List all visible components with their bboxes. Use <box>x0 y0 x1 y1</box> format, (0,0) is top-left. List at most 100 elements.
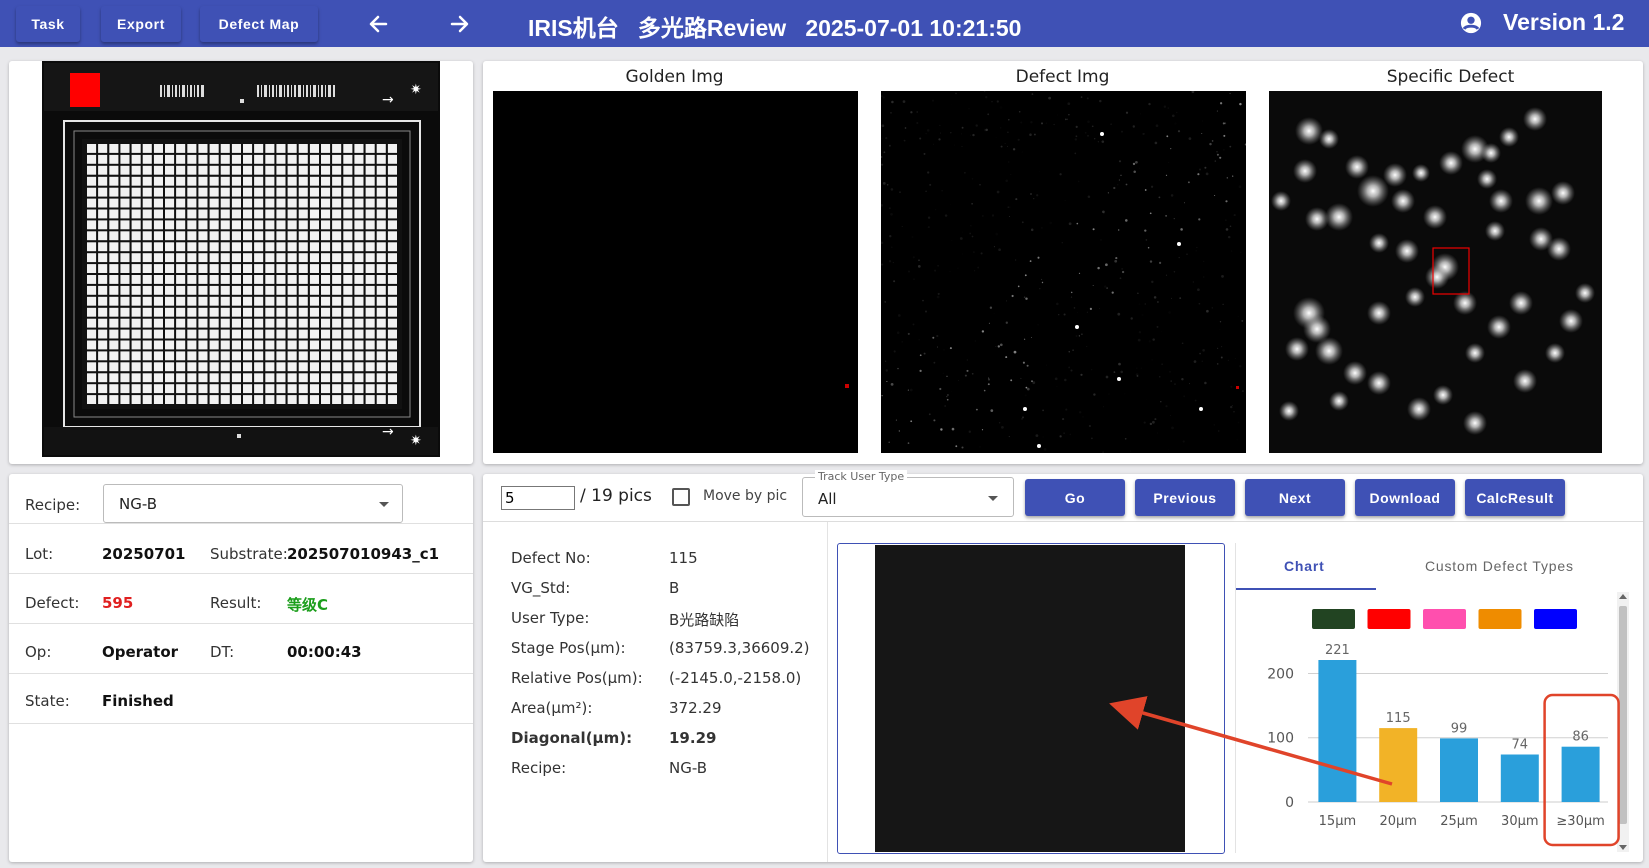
x-tick-label: 25μm <box>1440 814 1477 829</box>
state-label: State: <box>25 692 70 710</box>
bar <box>1318 660 1357 802</box>
detail-label: VG_Std: <box>511 579 571 597</box>
move-by-pic-checkbox[interactable] <box>672 488 690 506</box>
x-tick-label: 30μm <box>1501 814 1538 829</box>
scroll-up-icon[interactable] <box>1619 594 1627 599</box>
specific-defect-title: Specific Defect <box>1386 67 1515 87</box>
y-tick-label: 100 <box>1267 731 1294 747</box>
recipe-select-value: NG-B <box>119 495 158 513</box>
download-button[interactable]: Download <box>1355 479 1455 516</box>
track-user-type-label: Track User Type <box>815 470 908 483</box>
result-label: Result: <box>210 594 262 612</box>
page-number-input[interactable] <box>501 486 575 510</box>
defect-label: Defect: <box>25 594 80 612</box>
bar-value-label: 74 <box>1512 738 1529 753</box>
detail-label: Area(μm²): <box>511 699 593 717</box>
substrate-map-image[interactable]: → ✷ → ✷ <box>42 61 440 457</box>
bar <box>1440 738 1478 802</box>
account-icon[interactable] <box>1460 12 1482 34</box>
detail-value: 19.29 <box>669 729 717 747</box>
legend-swatch <box>1423 609 1466 629</box>
bar-value-label: 115 <box>1386 711 1411 726</box>
detail-value: 372.29 <box>669 699 722 717</box>
move-by-pic-label: Move by pic <box>703 488 788 504</box>
track-user-type-value: All <box>818 490 837 508</box>
bar <box>1561 746 1600 802</box>
defect-preview-image <box>875 545 1185 852</box>
defect-preview-frame[interactable] <box>837 543 1225 854</box>
defect-count: 595 <box>102 594 134 612</box>
detail-value: B <box>669 579 680 597</box>
y-tick-label: 200 <box>1267 667 1294 683</box>
x-tick-label: 15μm <box>1319 814 1356 829</box>
detail-label: Defect No: <box>511 549 591 567</box>
tab-chart[interactable]: Chart <box>1284 558 1325 574</box>
detail-value: (83759.3,36609.2) <box>669 639 810 657</box>
golden-image-title: Golden Img <box>625 67 724 87</box>
task-button[interactable]: Task <box>16 6 80 42</box>
substrate-label: Substrate: <box>210 545 288 563</box>
detail-divider <box>827 522 828 862</box>
detail-label: Relative Pos(μm): <box>511 669 643 687</box>
specific-defect-image[interactable] <box>1269 91 1634 453</box>
svg-text:✷: ✷ <box>410 82 422 98</box>
result-value: 等级C <box>287 596 329 614</box>
bar <box>1379 728 1418 802</box>
back-arrow-icon[interactable] <box>364 10 394 38</box>
forward-arrow-icon[interactable] <box>444 10 474 38</box>
page-title: IRIS机台 多光路Review 2025-07-01 10:21:50 <box>528 15 1022 41</box>
calc-result-button[interactable]: CalcResult <box>1465 479 1565 516</box>
defect-map-button[interactable]: Defect Map <box>200 6 318 42</box>
scroll-down-icon[interactable] <box>1619 845 1627 850</box>
lot-label: Lot: <box>25 545 54 563</box>
detail-label: Diagonal(μm): <box>511 729 633 747</box>
detail-label: Stage Pos(μm): <box>511 639 626 657</box>
version-label: Version 1.2 <box>1503 9 1625 35</box>
defect-image[interactable] <box>881 91 1246 453</box>
op-value: Operator <box>102 643 179 661</box>
bar-value-label: 99 <box>1451 721 1468 736</box>
recipe-label: Recipe: <box>25 496 81 514</box>
chart-scrollbar[interactable] <box>1617 592 1629 852</box>
op-row <box>9 624 473 674</box>
export-button[interactable]: Export <box>101 6 181 42</box>
bar-value-label: 221 <box>1325 643 1350 658</box>
x-tick-label: ≥30μm <box>1556 814 1604 829</box>
dt-label: DT: <box>210 643 235 661</box>
tab-chart-indicator <box>1236 588 1376 590</box>
dt-value: 00:00:43 <box>287 643 362 661</box>
defect-image-title: Defect Img <box>1015 67 1110 87</box>
legend-swatch <box>1312 609 1355 629</box>
golden-image[interactable] <box>493 91 858 453</box>
y-tick-label: 0 <box>1285 795 1294 811</box>
track-user-type-select[interactable]: Track User Type All <box>802 470 1014 517</box>
toolbar-divider <box>483 521 1643 522</box>
legend-swatch <box>1478 609 1522 629</box>
svg-text:→: → <box>382 92 394 108</box>
op-label: Op: <box>25 643 52 661</box>
svg-text:→: → <box>382 424 394 440</box>
detail-label: User Type: <box>511 609 590 627</box>
dropdown-caret-icon <box>988 496 998 501</box>
legend-swatch <box>1534 609 1577 629</box>
next-button[interactable]: Next <box>1245 479 1345 516</box>
state-value: Finished <box>102 692 174 710</box>
previous-button[interactable]: Previous <box>1135 479 1235 516</box>
recipe-select[interactable]: NG-B <box>103 484 403 523</box>
page-total: / 19 pics <box>580 486 652 506</box>
x-tick-label: 20μm <box>1379 814 1416 829</box>
tab-custom-defect-types[interactable]: Custom Defect Types <box>1425 558 1574 574</box>
top-app-bar: Task Export Defect Map IRIS机台 多光路Review … <box>0 0 1649 47</box>
detail-value: (-2145.0,-2158.0) <box>669 669 802 687</box>
legend-swatch <box>1367 609 1411 629</box>
state-row <box>9 674 473 724</box>
dropdown-caret-icon <box>379 502 389 507</box>
scrollbar-thumb[interactable] <box>1619 606 1627 824</box>
substrate-value: 202507010943_c1 <box>287 545 440 563</box>
defect-size-chart: 0 100 200 221 15μm 115 20μm 99 25μm 74 30μm 86 ≥30μm <box>1267 609 1608 829</box>
go-button[interactable]: Go <box>1025 479 1125 516</box>
svg-text:✷: ✷ <box>410 433 422 449</box>
detail-label: Recipe: <box>511 759 567 777</box>
detail-value: B光路缺陷 <box>669 611 740 629</box>
detail-value: 115 <box>669 549 698 567</box>
